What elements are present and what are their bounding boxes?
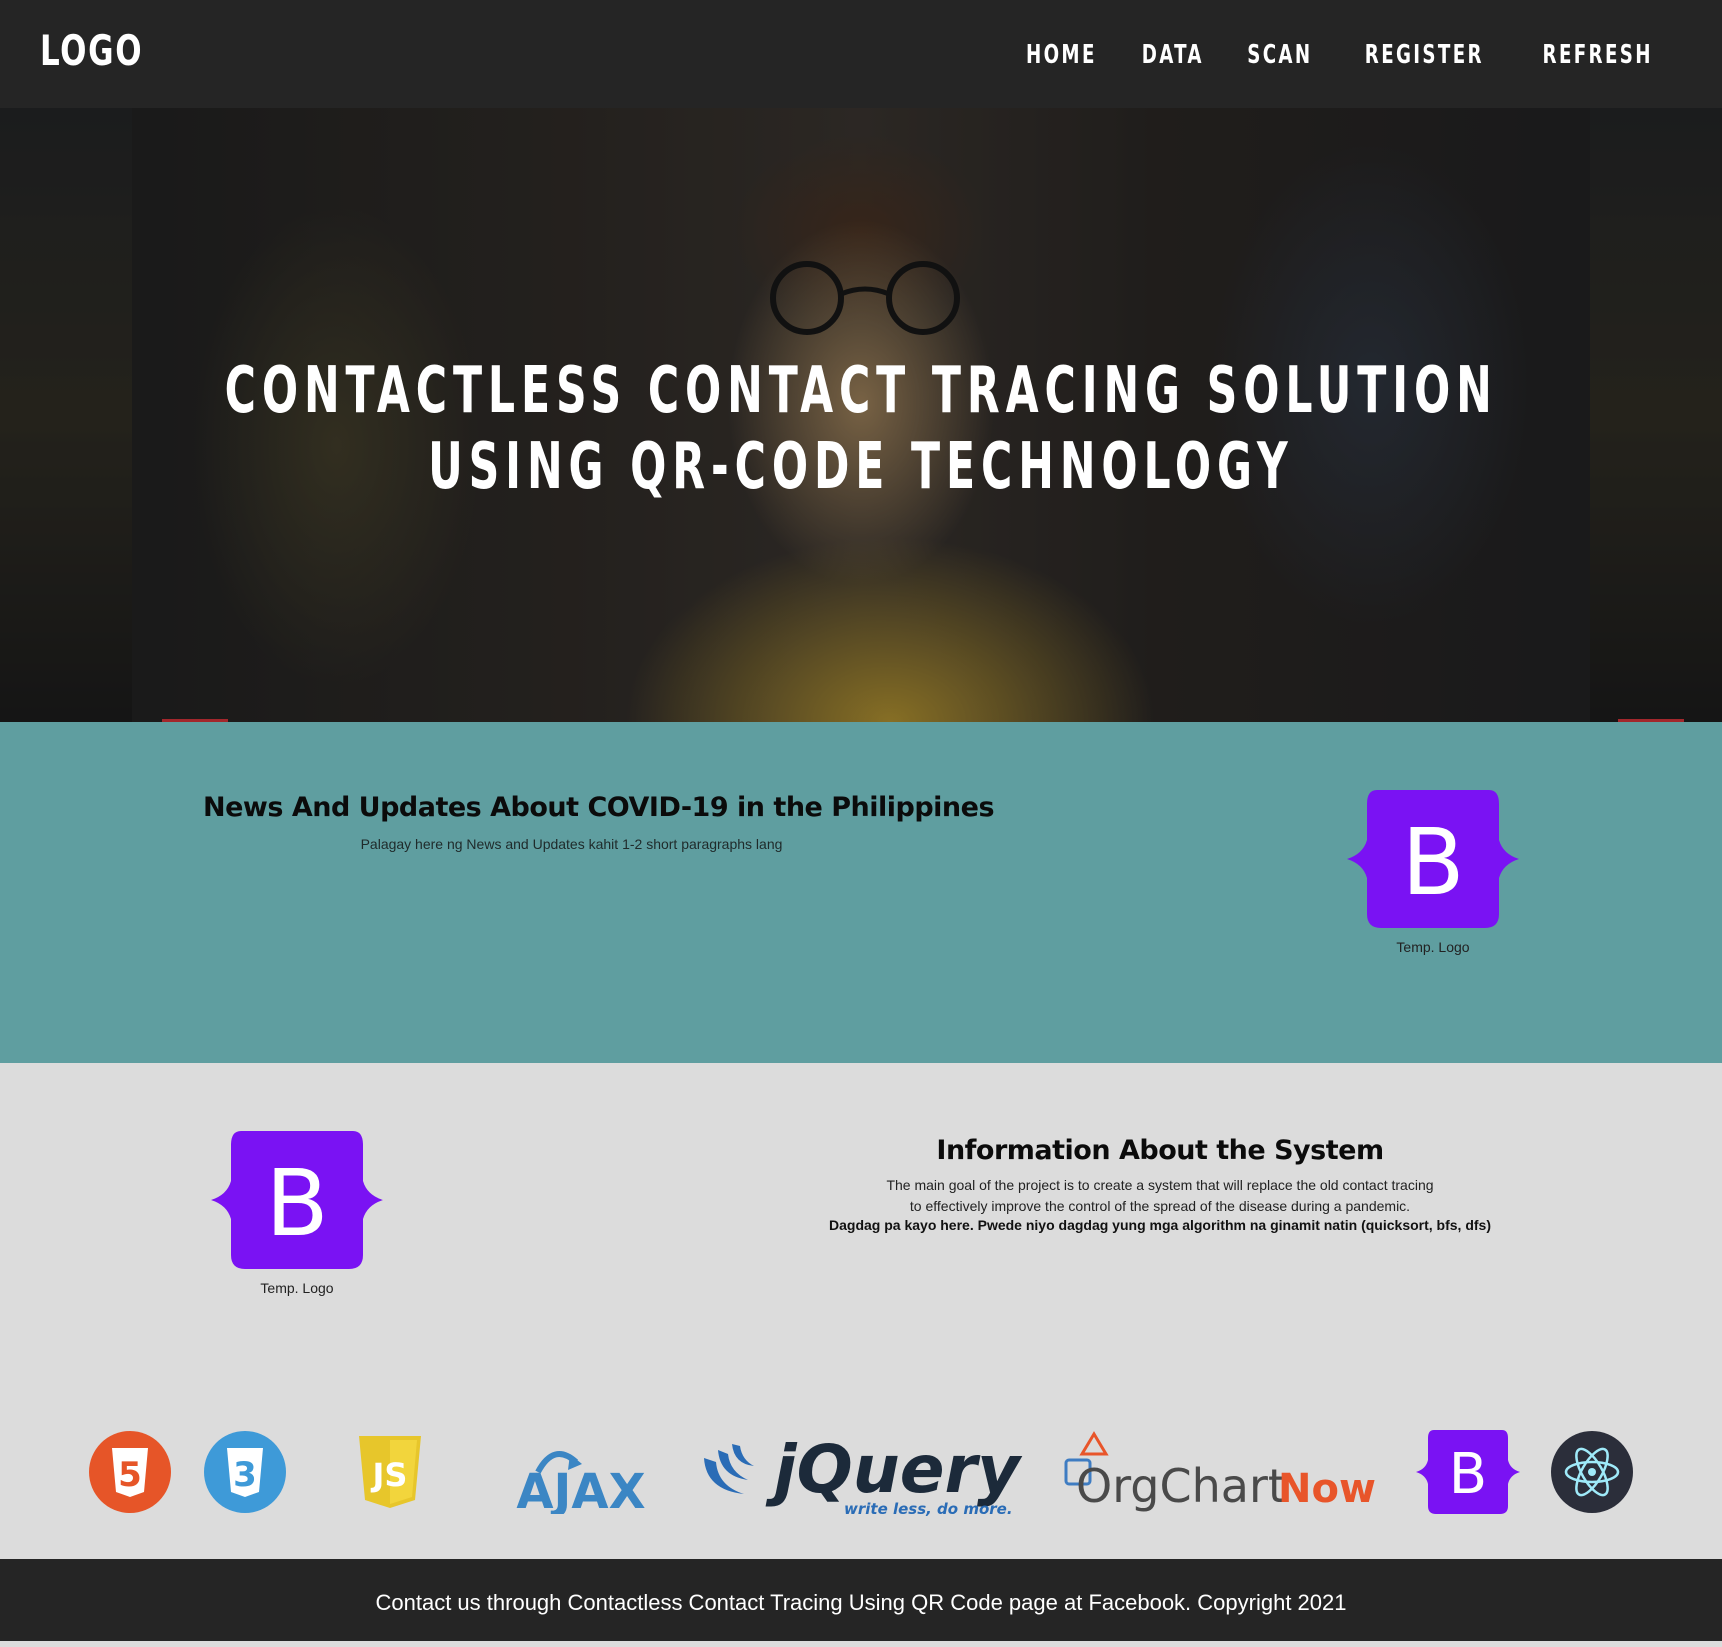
nav-register[interactable]: REGISTER [1365,40,1484,70]
electron-icon [1551,1431,1633,1513]
html5-icon: 5 [89,1431,171,1513]
svg-text:B: B [1401,809,1464,916]
nav-scan[interactable]: SCAN [1247,40,1312,70]
svg-text:B: B [265,1150,328,1257]
javascript-label: JS [371,1456,408,1494]
css3-label: 3 [233,1455,257,1495]
jquery-icon: jQuery write less, do more. [704,1431,1023,1518]
orgchart-now-label: Now [1278,1466,1376,1512]
html5-label: 5 [118,1455,142,1495]
nav-home[interactable]: HOME [1026,40,1097,70]
css3-icon: 3 [204,1431,286,1513]
orgchart-now-icon: OrgChart Now [1064,1431,1376,1513]
technology-logos: 5 3 JS AJAX jQuery write less, do more. … [0,1418,1722,1528]
footer: Contact us through Contactless Contact T… [0,1559,1722,1641]
news-section: News And Updates About COVID-19 in the P… [0,722,1722,1063]
glasses-illustration [770,261,960,335]
hero-title: CONTACTLESS CONTACT TRACING SOLUTION USI… [0,353,1722,505]
news-logo-caption: Temp. Logo [1396,939,1470,955]
hero-title-line2: USING QR-CODE TECHNOLOGY [428,430,1294,504]
info-paragraph: The main goal of the project is to creat… [800,1175,1520,1217]
orgchart-label: OrgChart [1076,1459,1286,1513]
hero-title-line1: CONTACTLESS CONTACT TRACING SOLUTION [224,354,1498,428]
bootstrap-logo-icon: B [211,1131,383,1269]
jquery-label: jQuery [765,1431,1023,1508]
news-text: Palagay here ng News and Updates kahit 1… [360,836,783,852]
footer-text: Contact us through Contactless Contact T… [375,1590,1347,1615]
news-logo: B Temp. Logo [1347,790,1519,955]
site-logo[interactable]: LOGO [40,26,143,75]
bootstrap-icon: B [1416,1430,1520,1514]
info-title: Information About the System [936,1135,1384,1166]
bootstrap-logo-icon: B [1347,790,1519,928]
info-note: Dagdag pa kayo here. Pwede niyo dagdag y… [829,1217,1491,1233]
ajax-icon: AJAX [516,1451,646,1514]
hero-banner: CONTACTLESS CONTACT TRACING SOLUTION USI… [0,108,1722,722]
ajax-label: AJAX [516,1464,645,1514]
navbar: LOGO HOME DATA SCAN REGISTER REFRESH [0,0,1722,108]
info-paragraph-line1: The main goal of the project is to creat… [886,1177,1434,1193]
info-logo: B Temp. Logo [211,1131,383,1296]
info-paragraph-line2: to effectively improve the control of th… [909,1198,1411,1214]
nav-refresh[interactable]: REFRESH [1542,40,1652,70]
jquery-tagline: write less, do more. [844,1500,1013,1518]
javascript-icon: JS [359,1436,421,1508]
main-nav: HOME DATA SCAN REGISTER REFRESH [1024,40,1660,70]
news-title: News And Updates About COVID-19 in the P… [203,792,995,823]
nav-data[interactable]: DATA [1141,40,1203,70]
bootstrap-label: B [1449,1442,1487,1507]
info-logo-caption: Temp. Logo [260,1280,334,1296]
